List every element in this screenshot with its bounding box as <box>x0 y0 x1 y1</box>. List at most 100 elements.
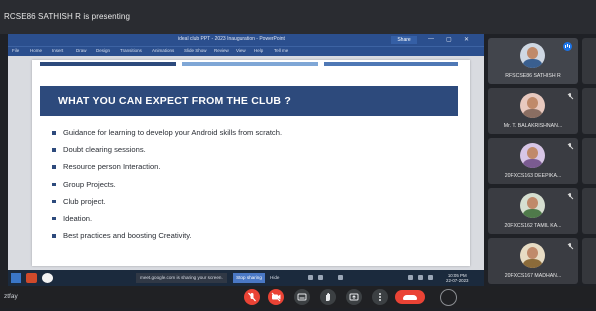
bullet-icon <box>52 234 56 238</box>
participant-tile-edge[interactable] <box>582 88 596 134</box>
camera-toggle-button[interactable] <box>268 289 284 305</box>
ribbon-tab-animations[interactable]: Animations <box>152 48 174 53</box>
participant-avatar <box>520 143 545 168</box>
meeting-code: ztfay <box>4 293 18 300</box>
close-icon[interactable]: ✕ <box>464 36 469 43</box>
hide-notice-button[interactable]: Hide <box>270 273 279 283</box>
battery-icon[interactable] <box>428 275 433 280</box>
bullet-icon <box>52 131 56 135</box>
windows-taskbar: meet.google.com is sharing your screen. … <box>8 270 484 286</box>
ribbon-tab-insert[interactable]: Insert <box>52 48 63 53</box>
slide-bullet-list: Guidance for learning to develop your An… <box>50 124 282 244</box>
camera-off-icon <box>271 292 281 302</box>
participant-name: 20FXCS167 MADHAN... <box>504 273 562 279</box>
maximize-icon[interactable]: ▢ <box>446 36 452 43</box>
ribbon-tab-review[interactable]: Review <box>214 48 229 53</box>
screen-share-notice: meet.google.com is sharing your screen. <box>136 273 227 283</box>
mic-off-icon <box>248 292 256 302</box>
presenting-label: RCSE86 SATHISH R is presenting <box>4 12 131 21</box>
participant-tile-edge[interactable] <box>582 138 596 184</box>
mic-off-icon <box>567 243 573 249</box>
ribbon-tab-view[interactable]: View <box>236 48 246 53</box>
more-vertical-icon <box>379 293 381 301</box>
bullet-text: Group Projects. <box>63 179 116 189</box>
ribbon-tab-design[interactable]: Design <box>96 48 110 53</box>
ribbon-tab-transitions[interactable]: Transitions <box>120 48 142 53</box>
slide-bullet: Guidance for learning to develop your An… <box>50 124 282 141</box>
leave-call-button[interactable] <box>395 290 425 304</box>
chrome-app-icon[interactable] <box>42 273 53 283</box>
mic-off-icon <box>567 193 573 199</box>
slide-bullet: Ideation. <box>50 210 282 227</box>
ribbon-tab-help[interactable]: Help <box>254 48 263 53</box>
powerpoint-app-icon[interactable] <box>26 273 37 283</box>
ribbon-tab-home[interactable]: Home <box>30 48 42 53</box>
mic-toggle-button[interactable] <box>244 289 260 305</box>
shared-screen: ideal club PPT - 2023 Inauguration - Pow… <box>8 34 484 286</box>
bullet-text: Best practices and boosting Creativity. <box>63 231 192 241</box>
powerpoint-titlebar: ideal club PPT - 2023 Inauguration - Pow… <box>8 34 484 46</box>
participant-tile-edge[interactable] <box>582 38 596 84</box>
powerpoint-share-button[interactable]: Share <box>391 36 417 44</box>
ribbon-tab-file[interactable]: File <box>12 48 19 53</box>
powerpoint-workspace: WHAT YOU CAN EXPECT FROM THE CLUB ? Guid… <box>8 56 484 270</box>
bullet-text: Ideation. <box>63 213 93 223</box>
minimize-icon[interactable]: — <box>428 36 434 42</box>
participant-tile[interactable]: 20FXCS167 MADHAN... <box>488 238 578 284</box>
bullet-icon <box>52 199 56 204</box>
slide-bullet: Doubt clearing sessions. <box>50 141 282 158</box>
stop-sharing-button[interactable]: Stop sharing <box>233 273 265 283</box>
slide-stripe <box>324 62 458 66</box>
slide-stripe <box>182 62 318 66</box>
participant-tile[interactable]: 20FXCS163 DEEPIKA... <box>488 138 578 184</box>
participant-tile[interactable]: Mr. T. BALAKRISHNAN... <box>488 88 578 134</box>
meet-control-bar: ztfay <box>0 286 596 308</box>
network-icon[interactable] <box>408 275 413 280</box>
volume-icon[interactable] <box>418 275 423 280</box>
powerpoint-window-title: ideal club PPT - 2023 Inauguration - Pow… <box>178 36 285 42</box>
clock-date: 22-07-2023 <box>446 278 469 283</box>
slide-bullet: Best practices and boosting Creativity. <box>50 227 282 244</box>
taskbar-clock[interactable]: 10:05 PM 22-07-2023 <box>446 273 468 283</box>
present-button[interactable] <box>346 289 362 305</box>
settings-icon[interactable] <box>308 275 313 280</box>
participant-avatar <box>520 243 545 268</box>
display-icon[interactable] <box>318 275 323 280</box>
raise-hand-button[interactable] <box>320 289 336 305</box>
slide-stripe <box>40 62 176 66</box>
activities-button[interactable] <box>440 289 457 306</box>
slide-bullet: Group Projects. <box>50 176 282 193</box>
slide-bullet: Club project. <box>50 193 282 210</box>
ribbon-tell-me[interactable]: Tell me <box>274 48 288 53</box>
windows-start-icon[interactable] <box>11 273 21 283</box>
ribbon-tab-slide-show[interactable]: Slide Show <box>184 48 207 53</box>
participant-tile-edge[interactable] <box>582 238 596 284</box>
slide-title-band: WHAT YOU CAN EXPECT FROM THE CLUB ? <box>40 86 458 116</box>
raise-hand-icon <box>326 293 330 301</box>
bullet-icon <box>52 182 56 187</box>
participant-tile-edge[interactable] <box>582 188 596 234</box>
meet-top-bar: RCSE86 SATHISH R is presenting <box>0 0 596 34</box>
bullet-icon <box>52 165 56 169</box>
powerpoint-ribbon: File Home Insert Draw Design Transitions… <box>8 46 484 56</box>
participant-tile[interactable]: RFSCSE86 SATHISH R <box>488 38 578 84</box>
participant-avatar <box>520 93 545 118</box>
participant-avatar <box>520 43 545 68</box>
bullet-icon <box>52 148 56 152</box>
bullet-text: Doubt clearing sessions. <box>63 145 146 155</box>
present-screen-icon <box>349 293 359 301</box>
slide-title: WHAT YOU CAN EXPECT FROM THE CLUB ? <box>58 95 291 107</box>
captions-button[interactable] <box>294 289 310 305</box>
participant-name: Mr. T. BALAKRISHNAN... <box>503 123 563 129</box>
participant-avatar <box>520 193 545 218</box>
mic-off-icon <box>567 143 573 149</box>
participant-name: RFSCSE86 SATHISH R <box>505 73 561 79</box>
more-options-button[interactable] <box>372 289 388 305</box>
participant-tile[interactable]: 20FXCS162 TAMIL KA... <box>488 188 578 234</box>
ribbon-tab-draw[interactable]: Draw <box>76 48 87 53</box>
slide: WHAT YOU CAN EXPECT FROM THE CLUB ? Guid… <box>32 60 470 266</box>
participant-name: 20FXCS162 TAMIL KA... <box>504 223 562 229</box>
slides-view-icon[interactable] <box>338 275 343 280</box>
captions-icon <box>297 293 307 301</box>
mic-off-icon <box>567 93 573 99</box>
